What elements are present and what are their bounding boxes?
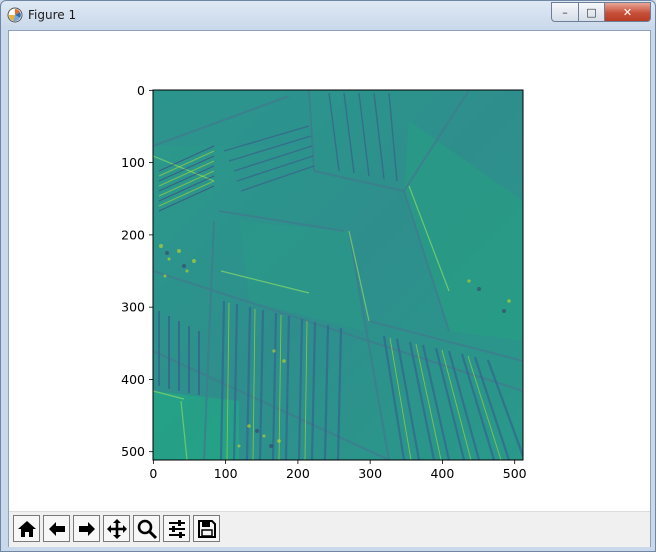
y-axis-ticks: 0 100 200 300 400 500 — [121, 83, 145, 459]
x-tick-label: 100 — [214, 466, 238, 481]
close-button[interactable]: ✕ — [605, 2, 651, 22]
home-icon — [17, 520, 36, 537]
window-title: Figure 1 — [28, 8, 77, 22]
x-tick-label: 300 — [358, 466, 382, 481]
forward-button[interactable] — [73, 515, 100, 542]
x-tick-label: 500 — [503, 466, 527, 481]
plot-area: 0 100 200 300 400 500 0 100 200 300 400 500 — [121, 83, 527, 481]
y-tick-label: 200 — [121, 227, 145, 242]
x-axis-ticks: 0 100 200 300 400 500 — [149, 466, 526, 481]
x-tick-label: 200 — [286, 466, 310, 481]
x-tick-label: 400 — [430, 466, 454, 481]
maximize-icon: □ — [586, 5, 597, 19]
subplots-button[interactable] — [163, 515, 190, 542]
figure-canvas[interactable]: 0 100 200 300 400 500 0 100 200 300 400 500 — [8, 30, 651, 547]
image-plot — [153, 90, 523, 460]
arrow-left-icon — [48, 521, 65, 536]
y-tick-label: 100 — [121, 155, 145, 170]
minimize-button[interactable]: – — [551, 2, 579, 22]
y-tick-label: 400 — [121, 372, 145, 387]
maximize-button[interactable]: □ — [579, 2, 605, 22]
x-tick-label: 0 — [149, 466, 157, 481]
y-tick-label: 300 — [121, 300, 145, 315]
pan-button[interactable] — [103, 515, 130, 542]
matplotlib-logo-icon — [7, 7, 23, 23]
sliders-icon — [168, 519, 185, 538]
arrow-right-icon — [78, 521, 95, 536]
close-icon: ✕ — [622, 5, 633, 19]
back-button[interactable] — [43, 515, 70, 542]
y-tick-label: 500 — [121, 444, 145, 459]
figure-window: Figure 1 – □ ✕ 0 100 200 300 400 500 0 1… — [0, 0, 656, 552]
home-button[interactable] — [13, 515, 40, 542]
title-bar[interactable]: Figure 1 – □ ✕ — [1, 1, 655, 29]
floppy-disk-icon — [197, 519, 216, 538]
save-button[interactable] — [193, 515, 220, 542]
minimize-icon: – — [562, 5, 568, 19]
move-icon — [106, 518, 127, 539]
navigation-toolbar — [9, 511, 650, 547]
y-tick-label: 0 — [137, 83, 145, 98]
zoom-button[interactable] — [133, 515, 160, 542]
magnifier-icon — [137, 519, 157, 539]
